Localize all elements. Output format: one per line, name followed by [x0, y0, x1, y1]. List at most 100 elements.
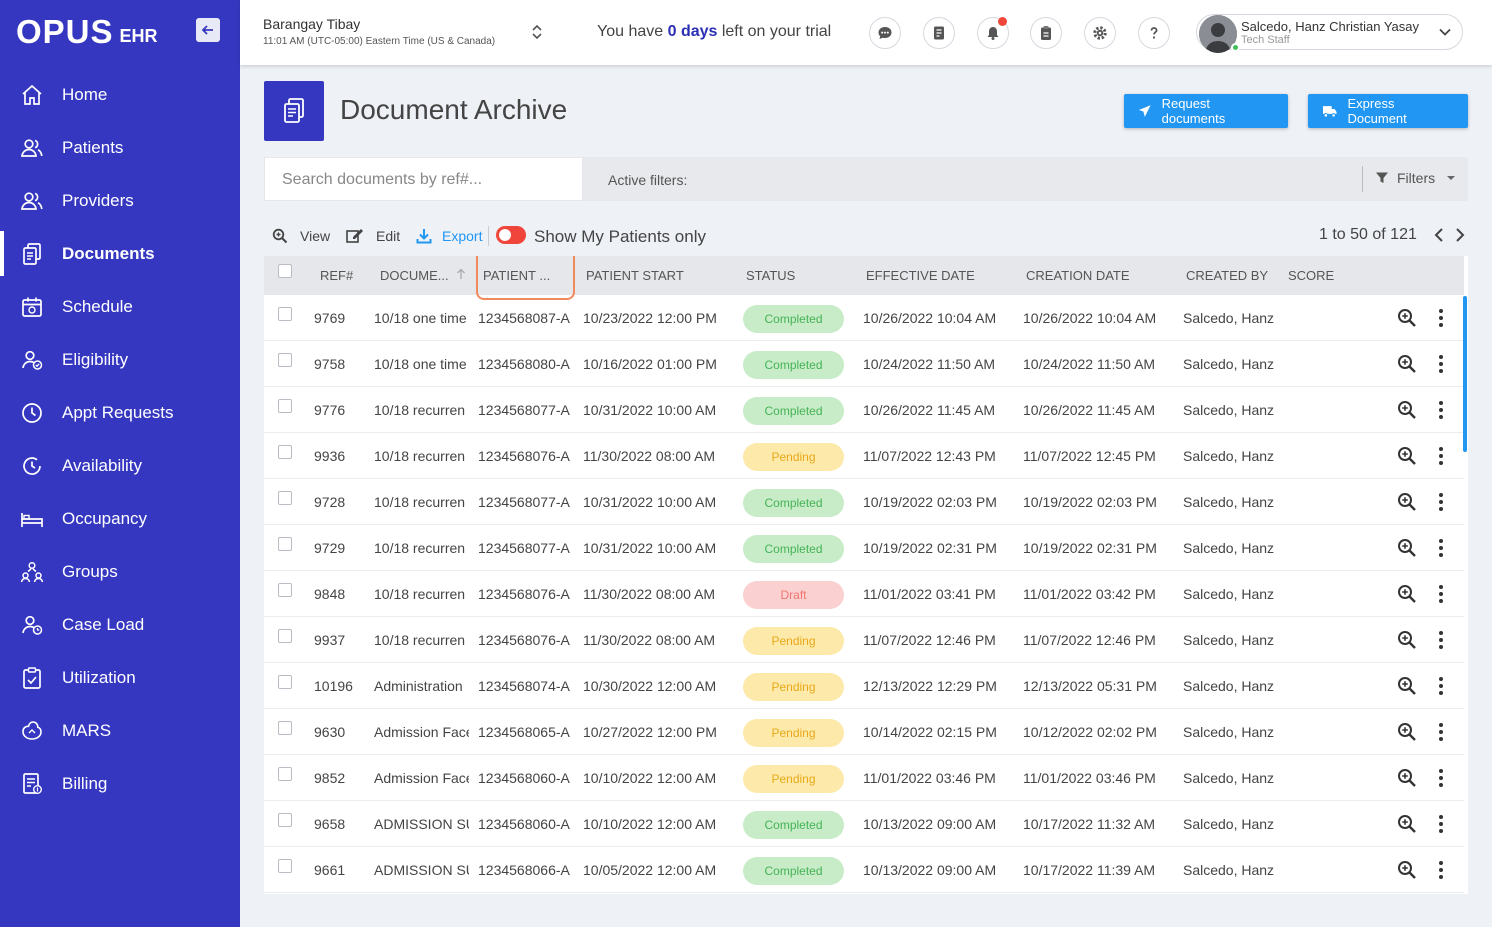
cell-effective-date: 12/13/2022 12:29 PM: [863, 678, 997, 694]
sidebar-item-availability[interactable]: Availability: [0, 439, 240, 492]
column-header-ref[interactable]: REF#: [320, 268, 353, 283]
view-row-icon[interactable]: [1397, 860, 1417, 883]
more-actions-icon[interactable]: [1438, 722, 1444, 745]
row-checkbox[interactable]: [278, 629, 292, 643]
view-row-icon[interactable]: [1397, 492, 1417, 515]
row-checkbox[interactable]: [278, 675, 292, 689]
table-row[interactable]: 9776 10/18 recurren 1234568077-A 10/31/2022…: [264, 387, 1464, 433]
view-row-icon[interactable]: [1397, 400, 1417, 423]
column-header-status[interactable]: STATUS: [746, 268, 795, 283]
sidebar-item-utilization[interactable]: Utilization: [0, 651, 240, 704]
user-menu[interactable]: Salcedo, Hanz Christian Yasay Tech Staff: [1196, 14, 1463, 53]
table-row[interactable]: 9937 10/18 recurren 1234568076-A 11/30/2022…: [264, 617, 1464, 663]
filters-button[interactable]: Filters: [1375, 170, 1456, 186]
table-row[interactable]: 9729 10/18 recurren 1234568077-A 10/31/2022…: [264, 525, 1464, 571]
notes-icon[interactable]: [923, 17, 955, 49]
help-icon[interactable]: [1138, 17, 1170, 49]
sidebar-item-documents[interactable]: Documents: [0, 227, 240, 280]
express-document-button[interactable]: Express Document: [1308, 94, 1468, 128]
sidebar-item-case-load[interactable]: Case Load: [0, 598, 240, 651]
bell-icon[interactable]: [977, 17, 1009, 49]
more-actions-icon[interactable]: [1438, 400, 1444, 423]
column-header-creation-date[interactable]: CREATION DATE: [1026, 268, 1130, 283]
more-actions-icon[interactable]: [1438, 492, 1444, 515]
request-documents-button[interactable]: Request documents: [1124, 94, 1288, 128]
table-row[interactable]: 9936 10/18 recurren 1234568076-A 11/30/2022…: [264, 433, 1464, 479]
row-checkbox[interactable]: [278, 307, 292, 321]
view-row-icon[interactable]: [1397, 538, 1417, 561]
table-scrollbar[interactable]: [1463, 296, 1467, 452]
chevron-down-icon[interactable]: [1438, 25, 1452, 44]
table-row[interactable]: 9852 Admission Face 1234568060-A 10/10/2022…: [264, 755, 1464, 801]
view-row-icon[interactable]: [1397, 722, 1417, 745]
row-checkbox[interactable]: [278, 491, 292, 505]
table-row[interactable]: 9769 10/18 one time 1234568087-A 10/23/2022…: [264, 295, 1464, 341]
table-row[interactable]: 9661 ADMISSION SU 1234568066-A 10/05/2022 1…: [264, 847, 1464, 893]
app-logo[interactable]: OPUS EHR: [16, 10, 158, 50]
sidebar-item-occupancy[interactable]: Occupancy: [0, 492, 240, 545]
table-row[interactable]: 9658 ADMISSION SU 1234568060-A 10/10/2022 1…: [264, 801, 1464, 847]
more-actions-icon[interactable]: [1438, 630, 1444, 653]
more-actions-icon[interactable]: [1438, 308, 1444, 331]
view-row-icon[interactable]: [1397, 630, 1417, 653]
table-row[interactable]: 9758 10/18 one time 1234568080-A 10/16/2022…: [264, 341, 1464, 387]
view-button[interactable]: View: [272, 228, 330, 244]
sidebar-item-mars[interactable]: MARS: [0, 704, 240, 757]
sidebar-item-home[interactable]: Home: [0, 68, 240, 121]
column-header-patient-start[interactable]: PATIENT START: [586, 268, 684, 283]
next-page-icon[interactable]: [1454, 227, 1466, 248]
collapse-sidebar-button[interactable]: [196, 18, 220, 42]
table-row[interactable]: 9848 10/18 recurren 1234568076-A 11/30/2022…: [264, 571, 1464, 617]
show-my-patients-toggle[interactable]: [496, 226, 526, 244]
row-checkbox[interactable]: [278, 537, 292, 551]
table-row[interactable]: 9728 10/18 recurren 1234568077-A 10/31/2022…: [264, 479, 1464, 525]
sidebar-item-eligibility[interactable]: Eligibility: [0, 333, 240, 386]
view-row-icon[interactable]: [1397, 308, 1417, 331]
view-row-icon[interactable]: [1397, 354, 1417, 377]
more-actions-icon[interactable]: [1438, 584, 1444, 607]
row-checkbox[interactable]: [278, 399, 292, 413]
more-actions-icon[interactable]: [1438, 538, 1444, 561]
sidebar-item-groups[interactable]: Groups: [0, 545, 240, 598]
chat-icon[interactable]: [869, 17, 901, 49]
more-actions-icon[interactable]: [1438, 814, 1444, 837]
edit-button[interactable]: Edit: [346, 228, 400, 244]
view-row-icon[interactable]: [1397, 814, 1417, 837]
row-checkbox[interactable]: [278, 859, 292, 873]
table-row[interactable]: 10196 Administration 1234568074-A 10/30/202…: [264, 663, 1464, 709]
row-checkbox[interactable]: [278, 583, 292, 597]
location-selector[interactable]: Barangay Tibay 11:01 AM (UTC-05:00) East…: [263, 16, 495, 47]
more-actions-icon[interactable]: [1438, 768, 1444, 791]
column-header-score[interactable]: SCORE: [1288, 268, 1334, 283]
select-all-checkbox[interactable]: [278, 264, 292, 278]
export-button[interactable]: Export: [416, 228, 482, 244]
clipboard-icon[interactable]: [1030, 17, 1062, 49]
table-row[interactable]: 9630 Admission Face 1234568065-A 10/27/2022…: [264, 709, 1464, 755]
location-sort-icon[interactable]: [532, 24, 542, 42]
column-header-created-by[interactable]: CREATED BY: [1186, 268, 1268, 283]
column-header-document[interactable]: DOCUME...: [380, 268, 466, 283]
sidebar-item-schedule[interactable]: Schedule: [0, 280, 240, 333]
sidebar-item-providers[interactable]: Providers: [0, 174, 240, 227]
more-actions-icon[interactable]: [1438, 354, 1444, 377]
prev-page-icon[interactable]: [1433, 227, 1445, 248]
view-row-icon[interactable]: [1397, 584, 1417, 607]
gear-icon[interactable]: [1084, 17, 1116, 49]
row-checkbox[interactable]: [278, 767, 292, 781]
view-row-icon[interactable]: [1397, 676, 1417, 699]
row-checkbox[interactable]: [278, 445, 292, 459]
view-row-icon[interactable]: [1397, 446, 1417, 469]
search-input[interactable]: Search documents by ref#...: [264, 157, 583, 201]
view-row-icon[interactable]: [1397, 768, 1417, 791]
row-checkbox[interactable]: [278, 721, 292, 735]
column-header-effective-date[interactable]: EFFECTIVE DATE: [866, 268, 975, 283]
row-checkbox[interactable]: [278, 353, 292, 367]
more-actions-icon[interactable]: [1438, 860, 1444, 883]
sidebar-item-appt-requests[interactable]: Appt Requests: [0, 386, 240, 439]
row-checkbox[interactable]: [278, 813, 292, 827]
filters-divider: [1362, 166, 1363, 192]
more-actions-icon[interactable]: [1438, 676, 1444, 699]
sidebar-item-billing[interactable]: Billing: [0, 757, 240, 810]
sidebar-item-patients[interactable]: Patients: [0, 121, 240, 174]
more-actions-icon[interactable]: [1438, 446, 1444, 469]
